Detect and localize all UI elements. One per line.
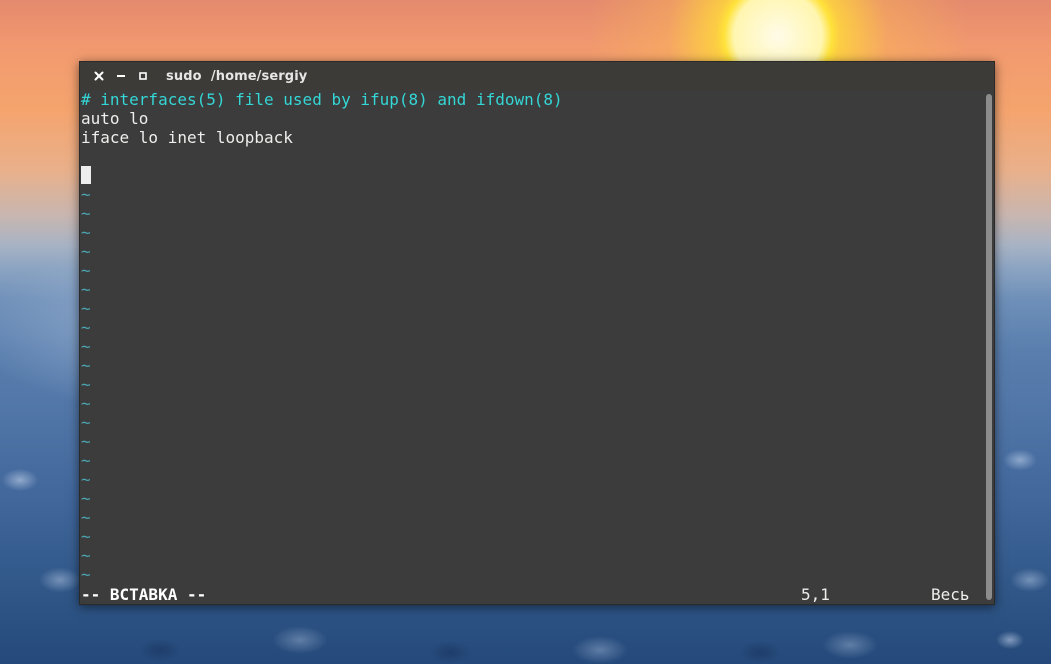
scroll-position: Весь [931,585,970,604]
empty-line-marker: ~ [81,318,91,337]
empty-line-marker: ~ [81,299,91,318]
empty-line-marker: ~ [81,223,91,242]
close-button[interactable] [88,65,110,87]
close-icon [94,71,104,81]
vertical-scrollbar[interactable] [982,90,994,604]
empty-line-marker: ~ [81,546,91,565]
empty-line-marker: ~ [81,204,91,223]
window-titlebar[interactable]: sudo /home/sergiy [80,62,994,90]
empty-line-marker: ~ [81,565,91,584]
vim-editor-area[interactable]: # interfaces(5) file used by ifup(8) and… [80,90,984,604]
vim-statusbar: -- ВСТАВКА -- 5,1 Весь [80,585,984,604]
insert-mode-indicator: -- ВСТАВКА -- [81,585,207,604]
minimize-button[interactable] [110,65,132,87]
text-cursor [81,166,91,184]
editor-line: iface lo inet loopback [81,128,293,147]
empty-line-marker: ~ [81,185,91,204]
empty-line-marker: ~ [81,337,91,356]
maximize-icon [138,71,148,81]
empty-line-marker: ~ [81,470,91,489]
empty-line-marker: ~ [81,451,91,470]
minimize-icon [116,71,126,81]
empty-line-marker: ~ [81,261,91,280]
empty-line-marker: ~ [81,508,91,527]
window-title: sudo /home/sergiy [166,68,308,84]
empty-line-marker: ~ [81,489,91,508]
empty-line-marker: ~ [81,280,91,299]
empty-line-marker: ~ [81,527,91,546]
empty-line-marker: ~ [81,413,91,432]
editor-line: # interfaces(5) file used by ifup(8) and… [81,90,563,109]
terminal-window[interactable]: sudo /home/sergiy # interfaces(5) file u… [79,61,995,605]
desktop-wallpaper: sudo /home/sergiy # interfaces(5) file u… [0,0,1051,664]
empty-line-marker: ~ [81,394,91,413]
editor-cursor-line [80,166,984,185]
empty-line-marker: ~ [81,432,91,451]
empty-line-marker: ~ [81,356,91,375]
scrollbar-thumb[interactable] [986,94,992,600]
cursor-position: 5,1 [801,585,830,604]
maximize-button[interactable] [132,65,154,87]
editor-line: auto lo [81,109,149,128]
empty-line-marker: ~ [81,242,91,261]
empty-line-markers: ~ ~ ~ ~ ~ ~ ~ ~ ~ ~ ~ ~ ~ ~ ~ ~ ~ ~ ~ ~ ~ [80,185,984,584]
empty-line-marker: ~ [81,375,91,394]
